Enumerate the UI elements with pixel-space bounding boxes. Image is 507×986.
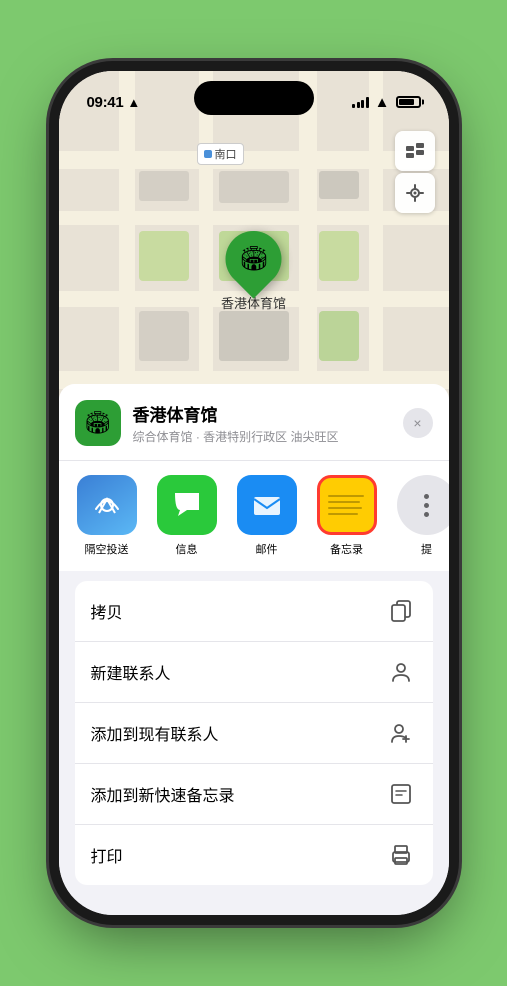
action-add-notes-label: 添加到新快速备忘录 — [91, 782, 235, 806]
bottom-sheet: 🏟 香港体育馆 综合体育馆 · 香港特别行政区 油尖旺区 × 隔空投送 — [59, 384, 449, 915]
pin-emoji: 🏟 — [238, 245, 268, 274]
map-controls[interactable] — [395, 131, 435, 213]
notes-line-2 — [328, 501, 360, 504]
road-h2 — [59, 211, 449, 225]
dynamic-island — [194, 81, 314, 115]
copy-icon — [385, 595, 417, 627]
action-add-notes[interactable]: 添加到新快速备忘录 — [75, 764, 433, 825]
notes-line-3 — [328, 507, 362, 510]
green-3 — [319, 231, 359, 281]
status-time: 09:41 — [87, 94, 124, 111]
airdrop-icon — [77, 475, 137, 535]
signal-bar-3 — [361, 100, 364, 108]
action-new-contact[interactable]: 新建联系人 — [75, 642, 433, 703]
new-contact-icon — [385, 656, 417, 688]
place-header: 🏟 香港体育馆 综合体育馆 · 香港特别行政区 油尖旺区 × — [59, 384, 449, 461]
phone-frame: 09:41 ▲ ▲ — [59, 71, 449, 915]
action-copy-label: 拷贝 — [91, 599, 123, 623]
green-4 — [319, 311, 359, 361]
status-icons: ▲ — [352, 94, 420, 111]
map-type-button[interactable] — [395, 131, 435, 171]
more-dot-2 — [424, 503, 429, 508]
notes-line-4 — [328, 513, 358, 516]
signal-bar-2 — [357, 102, 360, 108]
more-label: 提 — [421, 541, 432, 557]
message-icon — [157, 475, 217, 535]
battery-icon — [396, 96, 421, 108]
block-5 — [219, 311, 289, 361]
share-item-more[interactable]: 提 — [395, 475, 449, 557]
share-row: 隔空投送 信息 邮件 — [59, 461, 449, 571]
place-name: 香港体育馆 — [133, 401, 391, 426]
action-print-label: 打印 — [91, 843, 123, 867]
action-add-contact-label: 添加到现有联系人 — [91, 721, 219, 745]
action-new-contact-label: 新建联系人 — [91, 660, 171, 684]
pin-circle: 🏟 — [214, 219, 293, 298]
signal-bar-1 — [352, 104, 355, 108]
place-info: 香港体育馆 综合体育馆 · 香港特别行政区 油尖旺区 — [133, 401, 391, 445]
share-item-notes[interactable]: 备忘录 — [315, 475, 379, 557]
action-copy[interactable]: 拷贝 — [75, 581, 433, 642]
location-icon: ▲ — [127, 95, 140, 110]
wifi-icon: ▲ — [375, 94, 390, 111]
block-4 — [139, 311, 189, 361]
share-item-message[interactable]: 信息 — [155, 475, 219, 557]
share-item-mail[interactable]: 邮件 — [235, 475, 299, 557]
notes-icon — [317, 475, 377, 535]
action-print[interactable]: 打印 — [75, 825, 433, 885]
mail-label: 邮件 — [256, 541, 278, 557]
airdrop-label: 隔空投送 — [85, 541, 129, 557]
block-3 — [319, 171, 359, 199]
signal-bar-4 — [366, 97, 369, 108]
road-h1 — [59, 151, 449, 169]
green-1 — [139, 231, 189, 281]
place-subtitle: 综合体育馆 · 香港特别行政区 油尖旺区 — [133, 428, 391, 445]
place-emoji: 🏟 — [84, 410, 112, 436]
action-list: 拷贝 新建联系人 添 — [75, 581, 433, 885]
map-label-icon — [204, 150, 212, 158]
action-add-contact[interactable]: 添加到现有联系人 — [75, 703, 433, 764]
notes-label: 备忘录 — [330, 541, 363, 557]
map-label-text: 南口 — [215, 146, 237, 162]
signal-bars — [352, 96, 369, 108]
more-dot-3 — [424, 512, 429, 517]
block-1 — [139, 171, 189, 201]
map-label: 南口 — [197, 143, 244, 165]
location-pin: 🏟 香港体育馆 — [221, 231, 286, 312]
mail-icon — [237, 475, 297, 535]
print-icon — [385, 839, 417, 871]
block-2 — [219, 171, 289, 203]
message-label: 信息 — [176, 541, 198, 557]
more-icon — [397, 475, 449, 535]
close-button[interactable]: × — [403, 408, 433, 438]
battery-fill — [399, 99, 414, 105]
location-button[interactable] — [395, 173, 435, 213]
notes-line-1 — [328, 495, 364, 498]
add-contact-icon — [385, 717, 417, 749]
add-notes-icon — [385, 778, 417, 810]
more-dot-1 — [424, 494, 429, 499]
share-item-airdrop[interactable]: 隔空投送 — [75, 475, 139, 557]
place-icon: 🏟 — [75, 400, 121, 446]
